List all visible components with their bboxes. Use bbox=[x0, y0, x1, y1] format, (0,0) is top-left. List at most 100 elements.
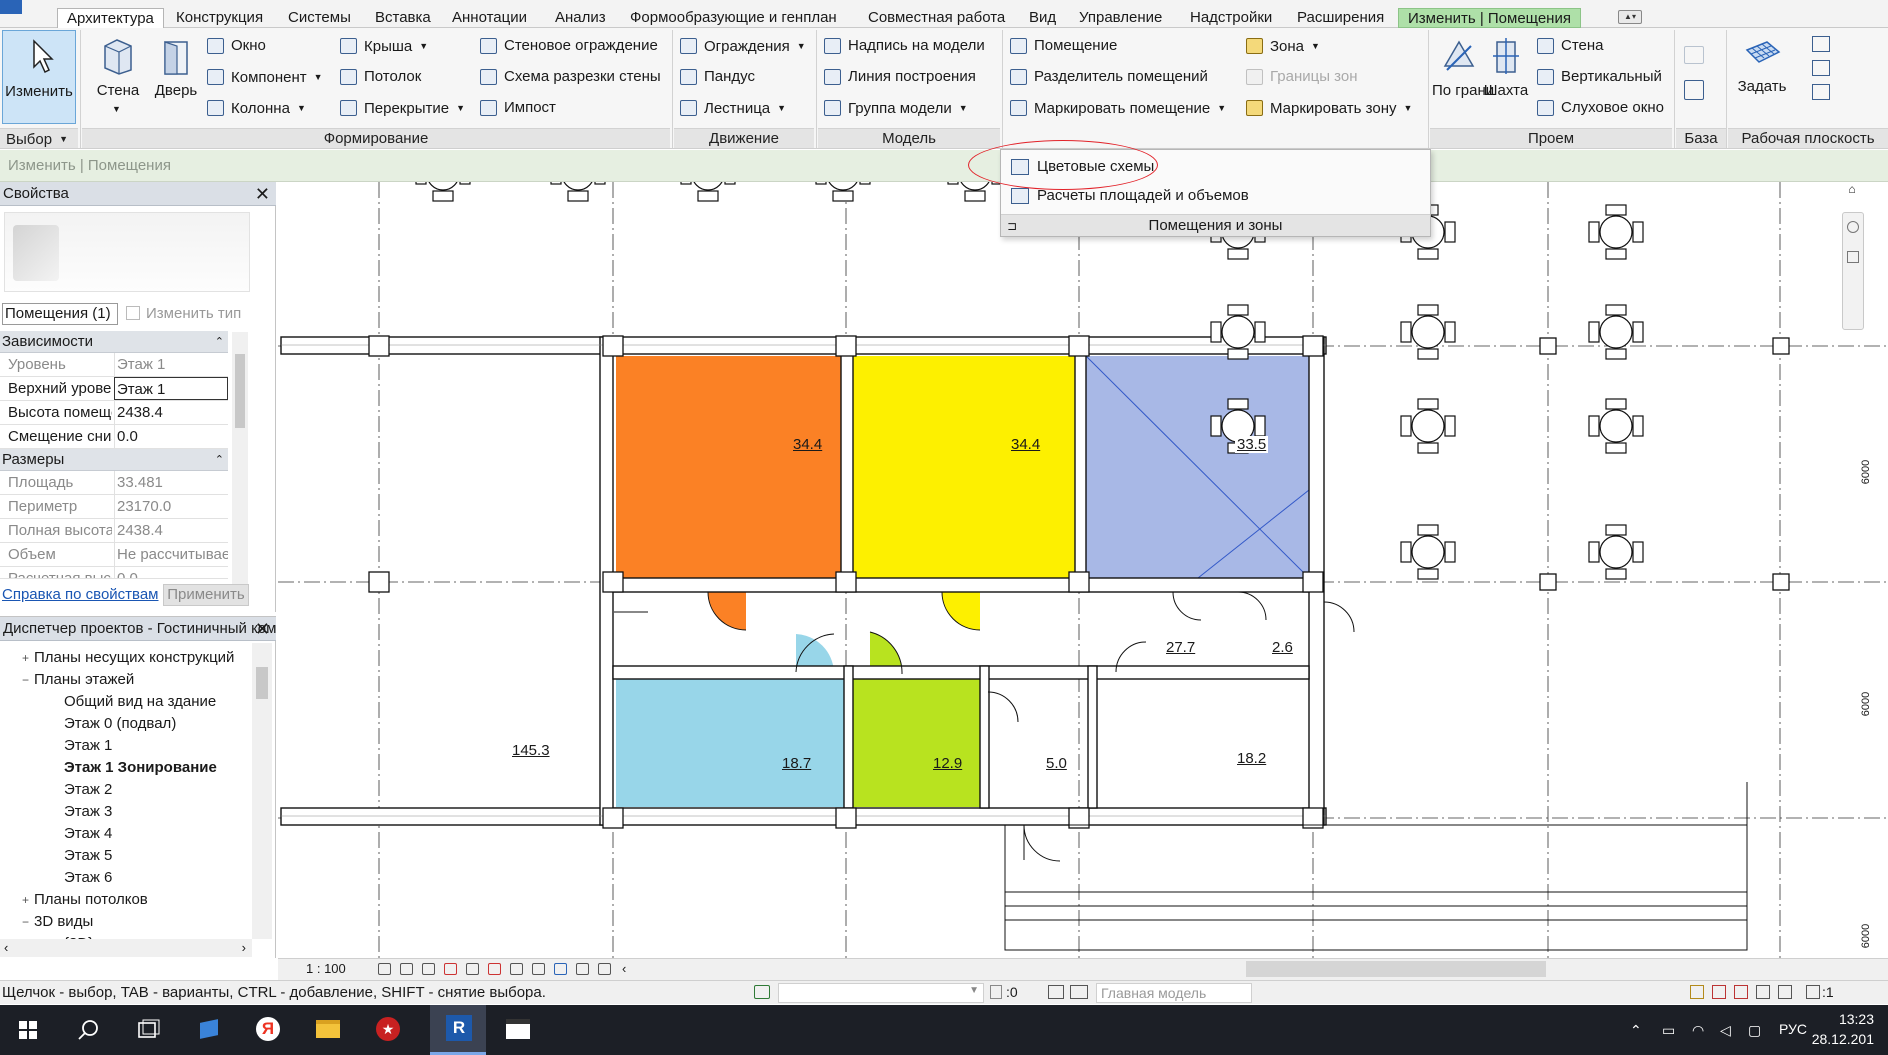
room-separator-button[interactable]: Разделитель помещений bbox=[1008, 65, 1208, 89]
room-area-label[interactable]: 145.3 bbox=[512, 742, 550, 759]
tray-chevron-icon[interactable]: ⌃ bbox=[1630, 1022, 1642, 1039]
room-area-label[interactable]: 27.7 bbox=[1166, 639, 1195, 656]
viewer-icon[interactable] bbox=[1812, 84, 1830, 100]
browser-vertical-scrollbar[interactable] bbox=[252, 643, 272, 939]
stair-button[interactable]: Лестница ▼ bbox=[678, 96, 786, 120]
wall-button[interactable]: Стена ▼ bbox=[90, 30, 146, 124]
opening-wall-button[interactable]: Стена bbox=[1535, 34, 1604, 58]
prop-row[interactable]: Смещение снизу0.0 bbox=[0, 425, 228, 449]
tab-architecture[interactable]: Архитектура bbox=[57, 8, 164, 29]
tab-annotate[interactable]: Аннотации bbox=[443, 8, 536, 28]
component-button[interactable]: Компонент ▼ bbox=[205, 65, 323, 89]
clock-time[interactable]: 13:23 bbox=[1839, 1011, 1874, 1027]
workset-selector[interactable]: ▼ bbox=[778, 983, 984, 1003]
shadows-icon[interactable] bbox=[444, 963, 457, 975]
apply-button[interactable]: Применить bbox=[163, 584, 249, 606]
scroll-left-icon[interactable]: ‹ bbox=[622, 961, 626, 976]
dormer-button[interactable]: Слуховое окно bbox=[1535, 96, 1664, 120]
detail-level-icon[interactable] bbox=[378, 963, 391, 975]
reveal-hidden-icon[interactable] bbox=[532, 963, 545, 975]
clock-date[interactable]: 28.12.201 bbox=[1812, 1031, 1874, 1047]
door-button[interactable]: Дверь bbox=[150, 30, 202, 124]
rooms-areas-panel-title[interactable]: ⊐ Помещения и зоны bbox=[1001, 214, 1430, 236]
show-workplane-icon[interactable] bbox=[1812, 36, 1830, 52]
curtain-grid-button[interactable]: Схема разрезки стены bbox=[478, 65, 661, 89]
floor-button[interactable]: Перекрытие ▼ bbox=[338, 96, 465, 120]
tree-view-item[interactable]: Этаж 3 bbox=[64, 801, 112, 823]
taskbar-app-explorer[interactable] bbox=[300, 1005, 356, 1055]
tab-massing-site[interactable]: Формообразующие и генплан bbox=[621, 8, 846, 28]
view-scale[interactable]: 1 : 100 bbox=[306, 961, 346, 976]
wifi-icon[interactable]: ◠ bbox=[1692, 1022, 1704, 1039]
navigation-bar[interactable] bbox=[1842, 212, 1864, 330]
room-area-label[interactable]: 34.4 bbox=[1011, 436, 1040, 453]
room-area-label[interactable]: 5.0 bbox=[1046, 755, 1067, 772]
taskbar-app-revit[interactable]: R bbox=[430, 1005, 486, 1055]
select-links-icon[interactable] bbox=[1690, 985, 1704, 999]
analytical-model-icon[interactable] bbox=[554, 963, 567, 975]
tab-addins[interactable]: Надстройки bbox=[1181, 8, 1281, 28]
tab-systems[interactable]: Системы bbox=[279, 8, 360, 28]
minimize-ribbon-button[interactable]: ▲▾ bbox=[1618, 10, 1642, 24]
room-area-label-selected[interactable]: 33.5 bbox=[1235, 436, 1269, 453]
area-volume-computations-item[interactable]: Расчеты площадей и объемов bbox=[1007, 183, 1249, 209]
taskbar-app-pokerstars[interactable]: ★ bbox=[360, 1005, 416, 1055]
taskbar-app-video[interactable] bbox=[490, 1005, 546, 1055]
workset-icon[interactable] bbox=[754, 985, 770, 999]
mullion-button[interactable]: Импост bbox=[478, 96, 556, 120]
tree-view-item-active[interactable]: Этаж 1 Зонирование bbox=[64, 757, 217, 779]
model-line-button[interactable]: Линия построения bbox=[822, 65, 976, 89]
crop-view-icon[interactable] bbox=[466, 963, 479, 975]
tree-view-item[interactable]: Этаж 1 bbox=[64, 735, 112, 757]
tree-floor-plans[interactable]: − Планы этажей bbox=[22, 669, 134, 691]
steering-wheel-icon[interactable] bbox=[1847, 221, 1859, 233]
highlight-displacement-icon[interactable] bbox=[576, 963, 589, 975]
select-pinned-icon[interactable] bbox=[1734, 985, 1748, 999]
battery-icon[interactable]: ▭ bbox=[1662, 1022, 1675, 1039]
tag-room-button[interactable]: Маркировать помещение ▼ bbox=[1008, 96, 1226, 120]
design-options-grid-icon[interactable] bbox=[1070, 985, 1088, 999]
filter-icon[interactable] bbox=[1806, 985, 1820, 999]
notification-icon[interactable]: ▢ bbox=[1748, 1022, 1761, 1039]
area-button[interactable]: Зона ▼ bbox=[1244, 34, 1320, 58]
ceiling-button[interactable]: Потолок bbox=[338, 65, 421, 89]
window-button[interactable]: Окно bbox=[205, 34, 266, 58]
tab-manage[interactable]: Управление bbox=[1070, 8, 1171, 28]
volume-icon[interactable]: ◁ bbox=[1720, 1022, 1731, 1039]
room-button[interactable]: Помещение bbox=[1008, 34, 1117, 58]
curtain-system-button[interactable]: Стеновое ограждение bbox=[478, 34, 658, 58]
tree-ceiling-plans[interactable]: + Планы потолков bbox=[22, 889, 148, 911]
select-panel-title[interactable]: Выбор ▼ bbox=[0, 128, 78, 148]
railing-button[interactable]: Ограждения ▼ bbox=[678, 34, 806, 58]
editable-only-icon[interactable] bbox=[990, 985, 1002, 999]
tree-view-item[interactable]: Этаж 5 bbox=[64, 845, 112, 867]
tree-view-item[interactable]: Этаж 6 bbox=[64, 867, 112, 889]
room-area-label[interactable]: 34.4 bbox=[793, 436, 822, 453]
tree-view-item[interactable]: Этаж 4 bbox=[64, 823, 112, 845]
shaft-button[interactable]: Шахта bbox=[1480, 30, 1532, 124]
type-selector[interactable]: Помещения (1) bbox=[2, 303, 118, 325]
room-area-label[interactable]: 18.7 bbox=[782, 755, 811, 772]
tab-modify-rooms[interactable]: Изменить | Помещения bbox=[1398, 8, 1581, 28]
taskbar-app-device[interactable] bbox=[180, 1005, 236, 1055]
drawing-area[interactable]: 34.4 34.4 33.5 18.7 12.9 145.3 5.0 18.2 … bbox=[278, 182, 1888, 958]
tab-view[interactable]: Вид bbox=[1020, 8, 1065, 28]
tab-analyze[interactable]: Анализ bbox=[546, 8, 615, 28]
select-underlay-icon[interactable] bbox=[1712, 985, 1726, 999]
group-constraints[interactable]: Зависимости ⌃ bbox=[0, 331, 228, 353]
zoom-icon[interactable] bbox=[1847, 251, 1859, 263]
taskbar-app-yandex[interactable]: Я bbox=[240, 1005, 296, 1055]
room-area-label[interactable]: 12.9 bbox=[933, 755, 962, 772]
canvas-horizontal-scrollbar[interactable] bbox=[1246, 961, 1546, 977]
room-area-label[interactable]: 18.2 bbox=[1237, 750, 1266, 767]
group-dimensions[interactable]: Размеры ⌃ bbox=[0, 449, 228, 471]
tree-structural-plans[interactable]: + Планы несущих конструкций bbox=[22, 647, 234, 669]
tree-3d-views[interactable]: −3D виды bbox=[22, 911, 93, 933]
tab-insert[interactable]: Вставка bbox=[366, 8, 440, 28]
show-crop-icon[interactable] bbox=[488, 963, 501, 975]
application-menu-button[interactable] bbox=[0, 0, 22, 14]
tab-collaborate[interactable]: Совместная работа bbox=[859, 8, 1014, 28]
design-options-icon[interactable] bbox=[1048, 985, 1064, 999]
opening-by-face-button[interactable]: По грани bbox=[1432, 30, 1494, 124]
datum-level-icon[interactable] bbox=[1684, 46, 1704, 64]
